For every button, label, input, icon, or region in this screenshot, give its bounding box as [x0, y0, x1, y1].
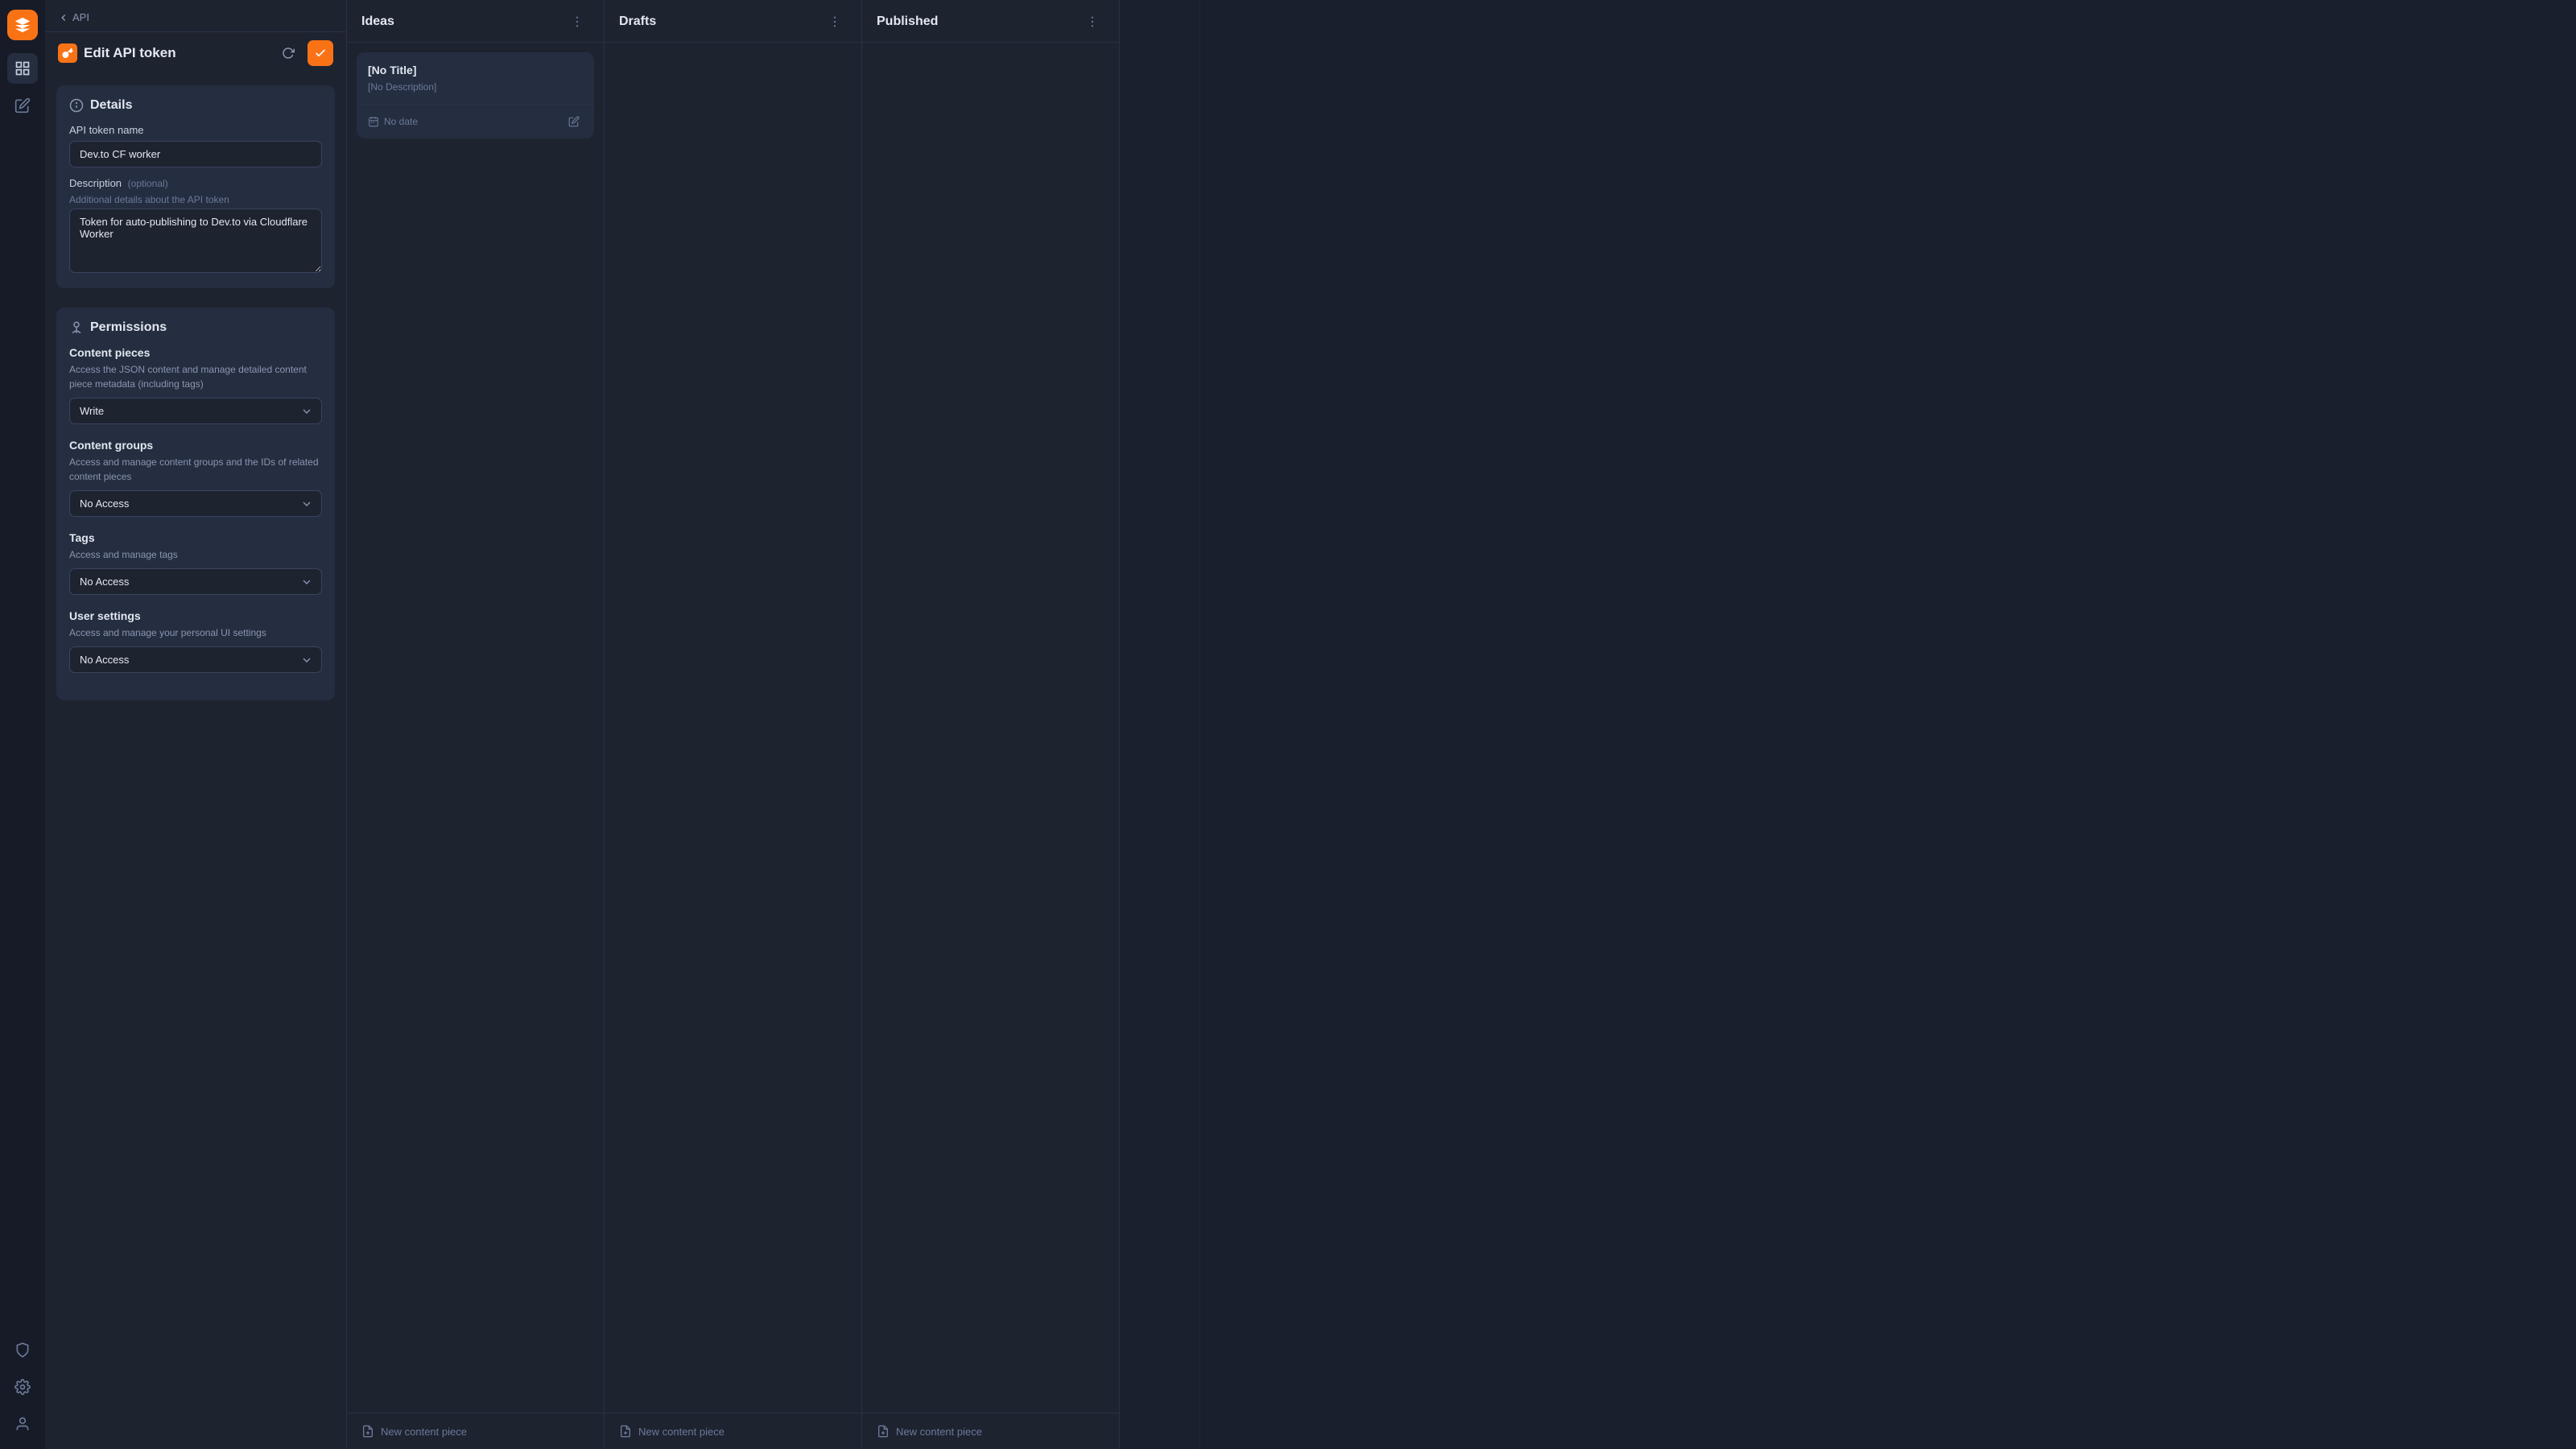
kanban-card-card1[interactable]: [No Title] [No Description] No date	[357, 52, 594, 138]
permission-item-content_groups: Content groups Access and manage content…	[69, 439, 322, 517]
new-content-btn-published[interactable]: New content piece	[862, 1413, 1119, 1449]
perm-select-content_pieces[interactable]: No AccessReadWrite	[69, 398, 322, 424]
card-footer-card1: No date	[357, 104, 594, 138]
perm-name-content_pieces: Content pieces	[69, 346, 322, 359]
token-name-label: API token name	[69, 124, 322, 136]
permissions-icon	[69, 320, 84, 335]
perm-select-user_settings[interactable]: No AccessReadWrite	[69, 646, 322, 673]
details-title-text: Details	[90, 98, 132, 113]
card-body-card1: [No Title] [No Description]	[357, 52, 594, 104]
perm-name-tags: Tags	[69, 531, 322, 544]
dots-icon	[1085, 14, 1100, 29]
board-area: Ideas [No Title] [No Description]	[347, 0, 2576, 1449]
header-title-row: Edit API token	[45, 32, 346, 76]
token-desc-textarea[interactable]: Token for auto-publishing to Dev.to via …	[69, 208, 322, 273]
col-menu-btn-drafts[interactable]	[823, 13, 847, 31]
shield-icon	[14, 1342, 31, 1358]
dots-icon	[570, 14, 584, 29]
header-actions	[275, 40, 333, 66]
permissions-title-text: Permissions	[90, 320, 167, 335]
back-link-label: API	[72, 11, 89, 23]
new-content-icon	[877, 1425, 890, 1438]
col-body-drafts	[605, 43, 861, 1413]
refresh-icon	[282, 47, 295, 60]
col-menu-btn-ideas[interactable]	[565, 13, 589, 31]
col-header-drafts: Drafts	[605, 0, 861, 43]
desc-field-label: Description (optional)	[69, 177, 322, 189]
perm-desc-tags: Access and manage tags	[69, 547, 322, 562]
app-logo[interactable]	[7, 10, 38, 40]
info-icon	[69, 98, 84, 113]
card-edit-btn-card1[interactable]	[565, 113, 583, 130]
back-link[interactable]: API	[58, 11, 89, 23]
col-header-ideas: Ideas	[347, 0, 604, 43]
new-content-btn-drafts[interactable]: New content piece	[605, 1413, 861, 1449]
main-container: API Edit API token	[45, 0, 2576, 1449]
perm-select-tags[interactable]: No AccessReadWrite	[69, 568, 322, 595]
card-title-card1: [No Title]	[368, 64, 583, 76]
page-title: Edit API token	[84, 45, 269, 61]
refresh-button[interactable]	[275, 40, 301, 66]
kanban-col-partial	[1120, 0, 1200, 1449]
sidebar-header: API	[45, 0, 346, 32]
perm-desc-content_pieces: Access the JSON content and manage detai…	[69, 362, 322, 391]
nav-bar	[0, 0, 45, 1449]
nav-icon-user[interactable]	[7, 1409, 38, 1439]
nav-icon-edit[interactable]	[7, 90, 38, 121]
perm-desc-content_groups: Access and manage content groups and the…	[69, 455, 322, 484]
perm-name-content_groups: Content groups	[69, 439, 322, 452]
edit-icon	[568, 116, 580, 127]
new-content-icon	[361, 1425, 374, 1438]
grid-icon	[14, 60, 31, 76]
logo-icon	[14, 16, 31, 34]
permission-item-user_settings: User settings Access and manage your per…	[69, 609, 322, 673]
details-title: Details	[69, 98, 322, 113]
desc-optional-label: (optional)	[128, 178, 168, 189]
col-title-drafts: Drafts	[619, 14, 656, 29]
col-title-published: Published	[877, 14, 938, 29]
permissions-title: Permissions	[69, 320, 322, 335]
permissions-section: Permissions Content pieces Access the JS…	[56, 308, 335, 700]
new-content-icon	[619, 1425, 632, 1438]
token-name-input[interactable]	[69, 141, 322, 167]
col-header-published: Published	[862, 0, 1119, 43]
col-body-published	[862, 43, 1119, 1413]
kanban-col-published: Published New content piece	[862, 0, 1120, 1449]
back-arrow-icon	[58, 12, 69, 23]
permissions-list: Content pieces Access the JSON content a…	[69, 346, 322, 673]
perm-name-user_settings: User settings	[69, 609, 322, 622]
new-content-label-published: New content piece	[896, 1426, 982, 1438]
nav-icon-shield[interactable]	[7, 1335, 38, 1365]
key-icon	[62, 47, 73, 59]
sidebar: API Edit API token	[45, 0, 347, 1449]
col-menu-btn-published[interactable]	[1080, 13, 1104, 31]
permission-item-content_pieces: Content pieces Access the JSON content a…	[69, 346, 322, 424]
pen-icon	[14, 97, 31, 114]
dots-icon	[828, 14, 842, 29]
details-section: Details API token name Description (opti…	[56, 85, 335, 288]
kanban-col-drafts: Drafts New content piece	[605, 0, 862, 1449]
save-button[interactable]	[308, 40, 333, 66]
new-content-label-ideas: New content piece	[381, 1426, 467, 1438]
card-desc-card1: [No Description]	[368, 81, 583, 93]
user-icon	[14, 1416, 31, 1432]
settings-icon	[14, 1379, 31, 1395]
calendar-icon	[368, 116, 379, 127]
perm-desc-user_settings: Access and manage your personal UI setti…	[69, 625, 322, 640]
kanban-col-ideas: Ideas [No Title] [No Description]	[347, 0, 605, 1449]
col-body-ideas: [No Title] [No Description] No date	[347, 43, 604, 1413]
api-key-icon-container	[58, 43, 77, 63]
board-container: Ideas [No Title] [No Description]	[347, 0, 2576, 1449]
perm-select-content_groups[interactable]: No AccessReadWrite	[69, 490, 322, 517]
desc-hint: Additional details about the API token	[69, 194, 322, 205]
permission-item-tags: Tags Access and manage tags No AccessRea…	[69, 531, 322, 595]
new-content-label-drafts: New content piece	[638, 1426, 724, 1438]
col-title-ideas: Ideas	[361, 14, 394, 29]
nav-icon-grid[interactable]	[7, 53, 38, 84]
nav-icon-settings[interactable]	[7, 1372, 38, 1402]
new-content-btn-ideas[interactable]: New content piece	[347, 1413, 604, 1449]
card-date-card1: No date	[368, 116, 418, 127]
check-icon	[314, 47, 327, 60]
